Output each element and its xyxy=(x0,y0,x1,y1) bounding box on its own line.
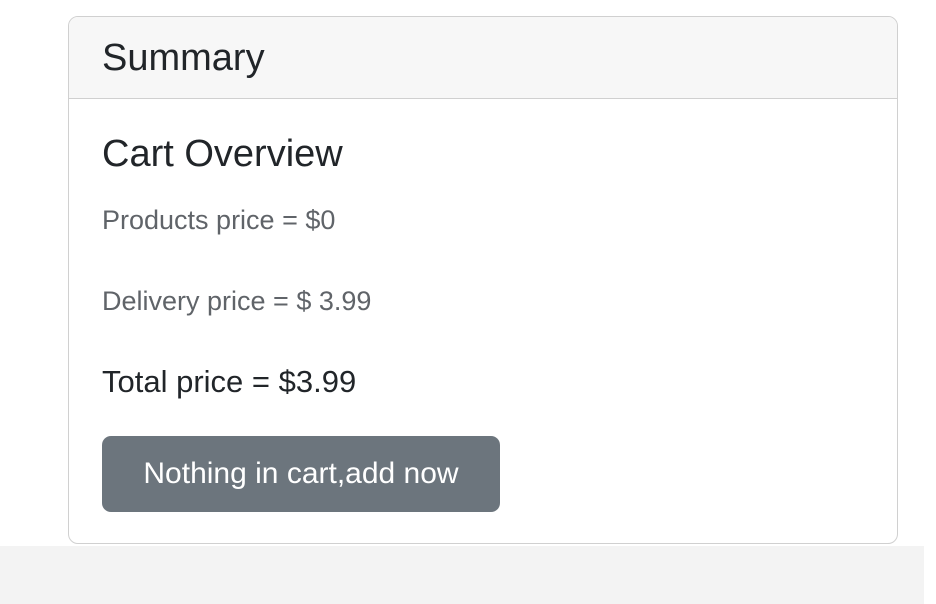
summary-card-header: Summary xyxy=(69,17,897,99)
summary-card-body: Cart Overview Products price = $0 Delive… xyxy=(69,99,897,543)
page-bottom-strip xyxy=(0,546,924,604)
products-price-text: Products price = $0 xyxy=(102,205,336,235)
total-price-text: Total price = $3.99 xyxy=(102,364,357,399)
summary-card: Summary Cart Overview Products price = $… xyxy=(68,16,898,544)
delivery-price-text: Delivery price = $ 3.99 xyxy=(102,286,372,316)
cart-overview-title: Cart Overview xyxy=(102,133,343,175)
summary-title: Summary xyxy=(102,36,265,79)
add-now-button[interactable]: Nothing in cart,add now xyxy=(102,436,500,512)
